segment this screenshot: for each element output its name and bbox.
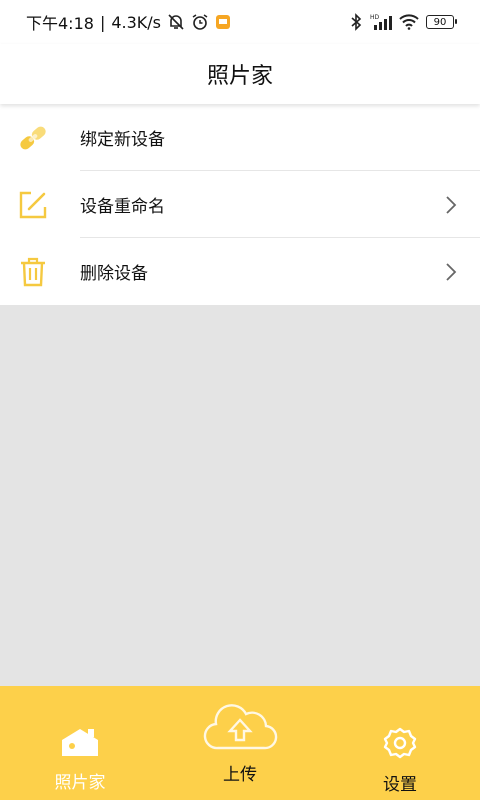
mute-bell-icon — [167, 13, 185, 31]
bluetooth-icon — [349, 13, 363, 31]
battery-indicator: 90 — [426, 15, 457, 29]
chevron-right-icon — [444, 262, 458, 282]
status-time: 下午4:18 — [26, 14, 94, 33]
tab-home[interactable]: 照片家 — [48, 726, 112, 793]
menu-item-label: 设备重命名 — [80, 197, 165, 217]
menu-item-rename-device[interactable]: 设备重命名 — [0, 171, 480, 238]
tab-label: 上传 — [223, 765, 257, 785]
menu-item-label: 绑定新设备 — [80, 130, 165, 150]
wifi-icon — [399, 14, 419, 30]
app-header: 照片家 — [0, 44, 480, 104]
tab-upload[interactable]: 上传 — [200, 700, 280, 785]
tab-settings[interactable]: 设置 — [368, 726, 432, 795]
cloud-upload-icon — [200, 700, 280, 756]
status-right: HD 90 — [349, 13, 457, 31]
svg-text:HD: HD — [370, 14, 380, 21]
house-icon — [58, 726, 102, 762]
status-bar: 下午4:18 | 4.3K/s HD 90 — [0, 0, 480, 44]
page-title: 照片家 — [206, 64, 273, 89]
notification-app-icon — [215, 14, 231, 30]
menu-item-label: 删除设备 — [80, 264, 148, 284]
menu-item-delete-device[interactable]: 删除设备 — [0, 238, 480, 305]
tab-label: 照片家 — [54, 773, 106, 793]
bottom-nav: 照片家 上传 设置 — [0, 686, 480, 800]
gear-icon — [382, 726, 418, 764]
network-speed: 4.3K/s — [111, 12, 161, 32]
trash-icon — [16, 255, 50, 289]
signal-hd-icon: HD — [370, 13, 392, 31]
menu-item-bind-device[interactable]: 绑定新设备 — [0, 104, 480, 171]
edit-icon — [16, 188, 50, 222]
alarm-icon — [191, 13, 209, 31]
status-separator: | — [99, 12, 106, 32]
status-left: 下午4:18 | 4.3K/s — [26, 10, 231, 34]
link-icon — [16, 121, 50, 155]
tab-label: 设置 — [383, 775, 417, 795]
chevron-right-icon — [444, 195, 458, 215]
device-menu: 绑定新设备 设备重命名 删除设备 — [0, 104, 480, 305]
